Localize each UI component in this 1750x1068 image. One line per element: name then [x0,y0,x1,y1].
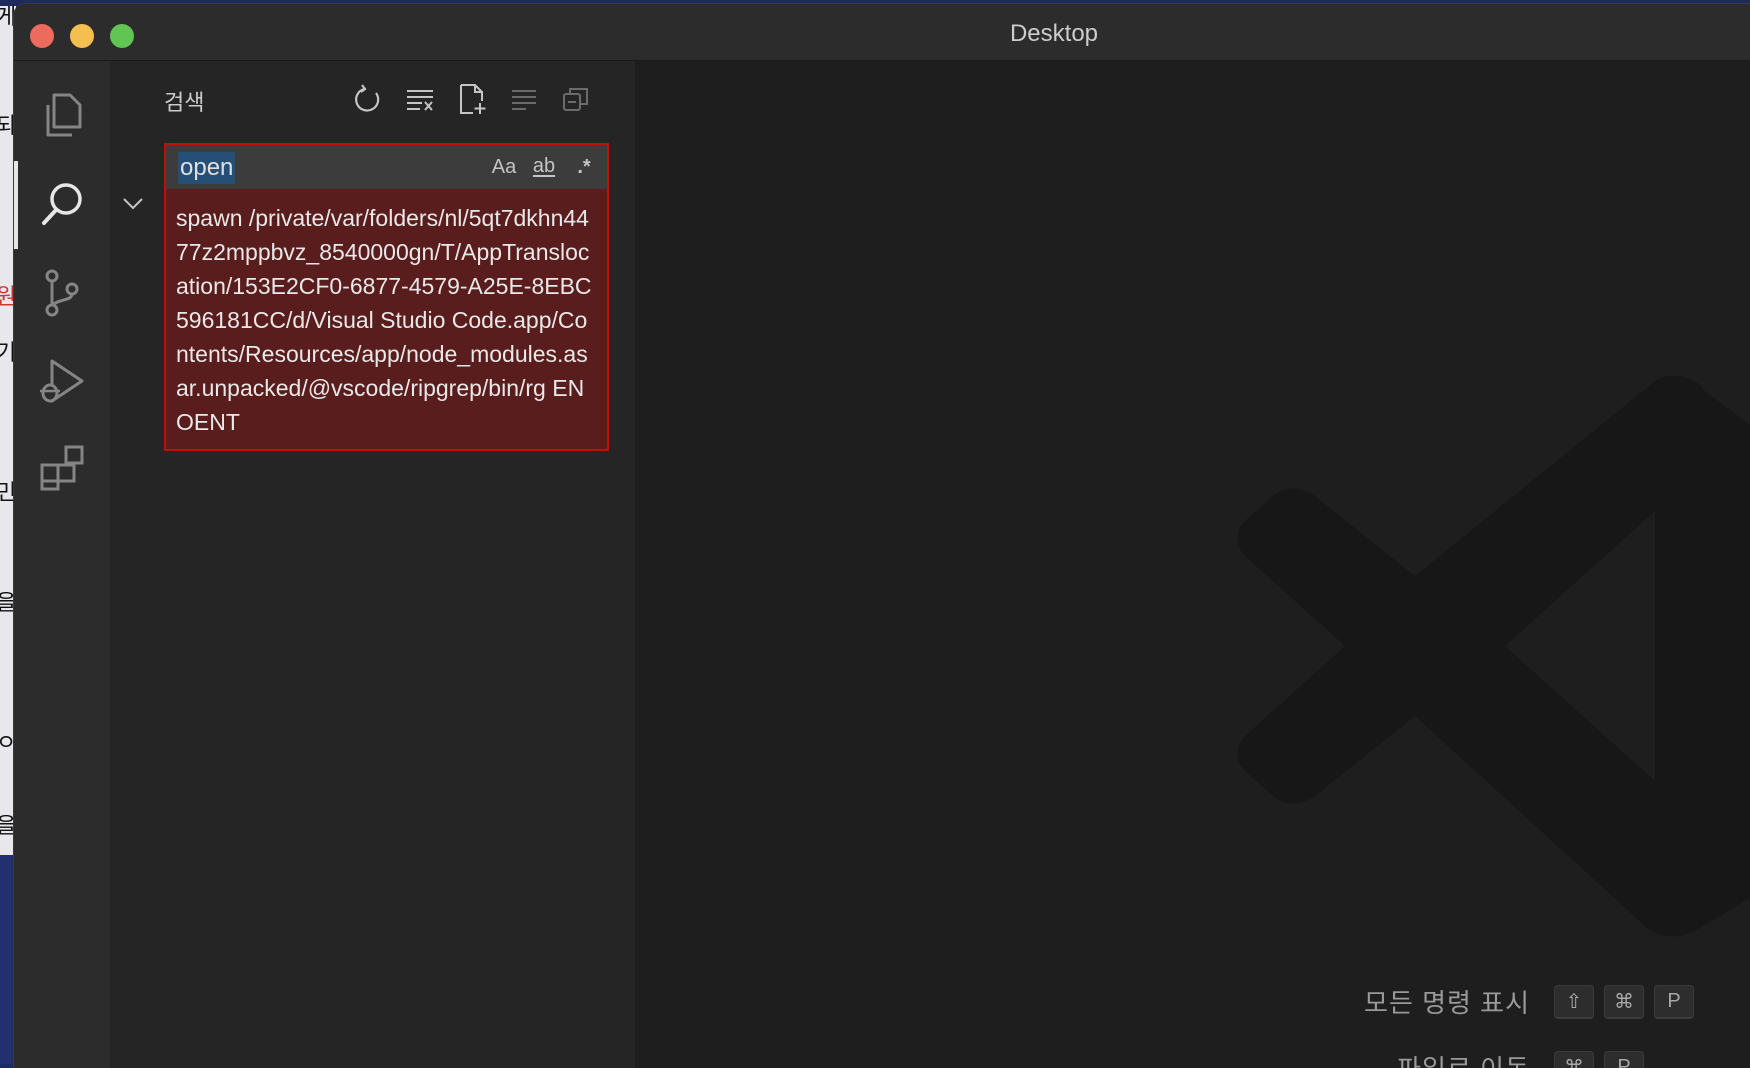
new-search-editor-button[interactable] [454,81,490,117]
activity-search[interactable] [14,157,110,253]
source-control-icon [36,267,88,319]
editor-area[interactable]: 모든 명령 표시 ⇧ ⌘ P 파일로 이동 ⌘ P [635,61,1750,1068]
regex-toggle[interactable]: .* [569,152,599,182]
shortcut-go-to-file: 파일로 이동 ⌘ P [1397,1049,1644,1068]
activity-explorer[interactable] [14,67,110,163]
activity-run-debug[interactable] [14,333,110,429]
refresh-icon [352,83,384,115]
vscode-window: Desktop [14,4,1750,1068]
refresh-button[interactable] [350,81,386,117]
keycap-p: P [1604,1051,1644,1068]
keycap-shift: ⇧ [1554,985,1594,1019]
search-input-box[interactable]: open Aa ab .* [164,143,609,191]
keycap-command: ⌘ [1604,985,1644,1019]
shortcut-label: 모든 명령 표시 [1364,983,1530,1020]
vscode-logo-watermark-icon [1225,371,1750,971]
chevron-down-icon [120,191,146,217]
view-as-tree-button[interactable] [506,81,542,117]
shortcut-label: 파일로 이동 [1397,1049,1530,1068]
activity-extensions[interactable] [14,421,110,517]
whole-word-toggle[interactable]: ab [529,152,559,182]
search-options: Aa ab .* [489,152,599,182]
collapse-all-button[interactable] [558,81,594,117]
search-sidebar: 검색 [110,61,635,1068]
sidebar-toolbar [350,81,594,117]
search-input[interactable]: open [178,152,235,184]
collapse-all-icon [560,83,592,115]
shortcut-show-all-commands: 모든 명령 표시 ⇧ ⌘ P [1364,983,1694,1020]
sidebar-title: 검색 [164,85,204,117]
whole-word-label: ab [533,157,555,177]
title-bar[interactable]: Desktop [14,4,1750,61]
keycap-p: P [1654,985,1694,1019]
match-case-toggle[interactable]: Aa [489,152,519,182]
search-icon [36,179,88,231]
search-error-message: spawn /private/var/folders/nl/5qt7dkhn44… [164,189,609,451]
clear-results-button[interactable] [402,81,438,117]
extensions-icon [36,443,88,495]
window-title: Desktop [14,20,1750,48]
list-icon [508,83,540,115]
new-file-icon [456,83,488,115]
activity-source-control[interactable] [14,245,110,341]
toggle-replace-button[interactable] [120,191,148,219]
run-debug-icon [36,355,88,407]
files-icon [36,89,88,141]
clear-all-icon [404,83,436,115]
keycap-command: ⌘ [1554,1051,1594,1068]
activity-bar [14,61,110,1068]
